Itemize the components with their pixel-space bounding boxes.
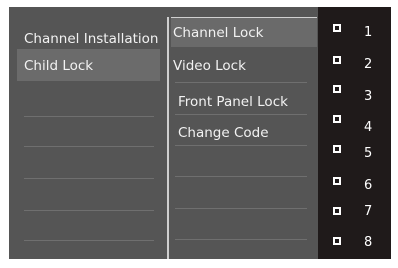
middle-separator: [175, 176, 307, 177]
menu-item-change-code[interactable]: Change Code: [178, 123, 269, 143]
channel-2-number: 2: [364, 57, 373, 72]
channel-4-number: 4: [364, 120, 373, 135]
menu-item-child-lock[interactable]: Child Lock: [24, 56, 93, 76]
channel-7-checkbox[interactable]: [333, 207, 341, 215]
menu-item-channel-installation[interactable]: Channel Installation: [24, 29, 159, 49]
left-separator: [24, 146, 154, 147]
channel-8-checkbox[interactable]: [333, 237, 341, 245]
channel-1-number: 1: [364, 25, 373, 40]
left-separator: [24, 210, 154, 211]
menu-divider: [167, 17, 169, 259]
left-separator: [24, 240, 154, 241]
highlight-top-line: [171, 17, 317, 18]
channel-6-checkbox[interactable]: [333, 177, 341, 185]
channel-5-number: 5: [364, 146, 373, 161]
middle-separator: [175, 114, 307, 115]
channel-2-checkbox[interactable]: [333, 56, 341, 64]
channel-list-panel: [318, 7, 391, 259]
middle-separator: [175, 145, 307, 146]
middle-separator: [175, 208, 307, 209]
channel-6-number: 6: [364, 178, 373, 193]
middle-separator: [175, 82, 307, 83]
middle-separator: [175, 239, 307, 240]
left-separator: [24, 178, 154, 179]
channel-3-checkbox[interactable]: [333, 85, 341, 93]
channel-8-number: 8: [364, 235, 373, 250]
menu-item-video-lock[interactable]: Video Lock: [173, 56, 246, 76]
menu-item-front-panel-lock[interactable]: Front Panel Lock: [178, 92, 288, 112]
channel-4-checkbox[interactable]: [333, 115, 341, 123]
channel-7-number: 7: [364, 204, 373, 219]
channel-5-checkbox[interactable]: [333, 145, 341, 153]
left-separator: [24, 116, 154, 117]
menu-item-channel-lock[interactable]: Channel Lock: [173, 23, 264, 43]
channel-1-checkbox[interactable]: [333, 24, 341, 32]
channel-3-number: 3: [364, 89, 373, 104]
